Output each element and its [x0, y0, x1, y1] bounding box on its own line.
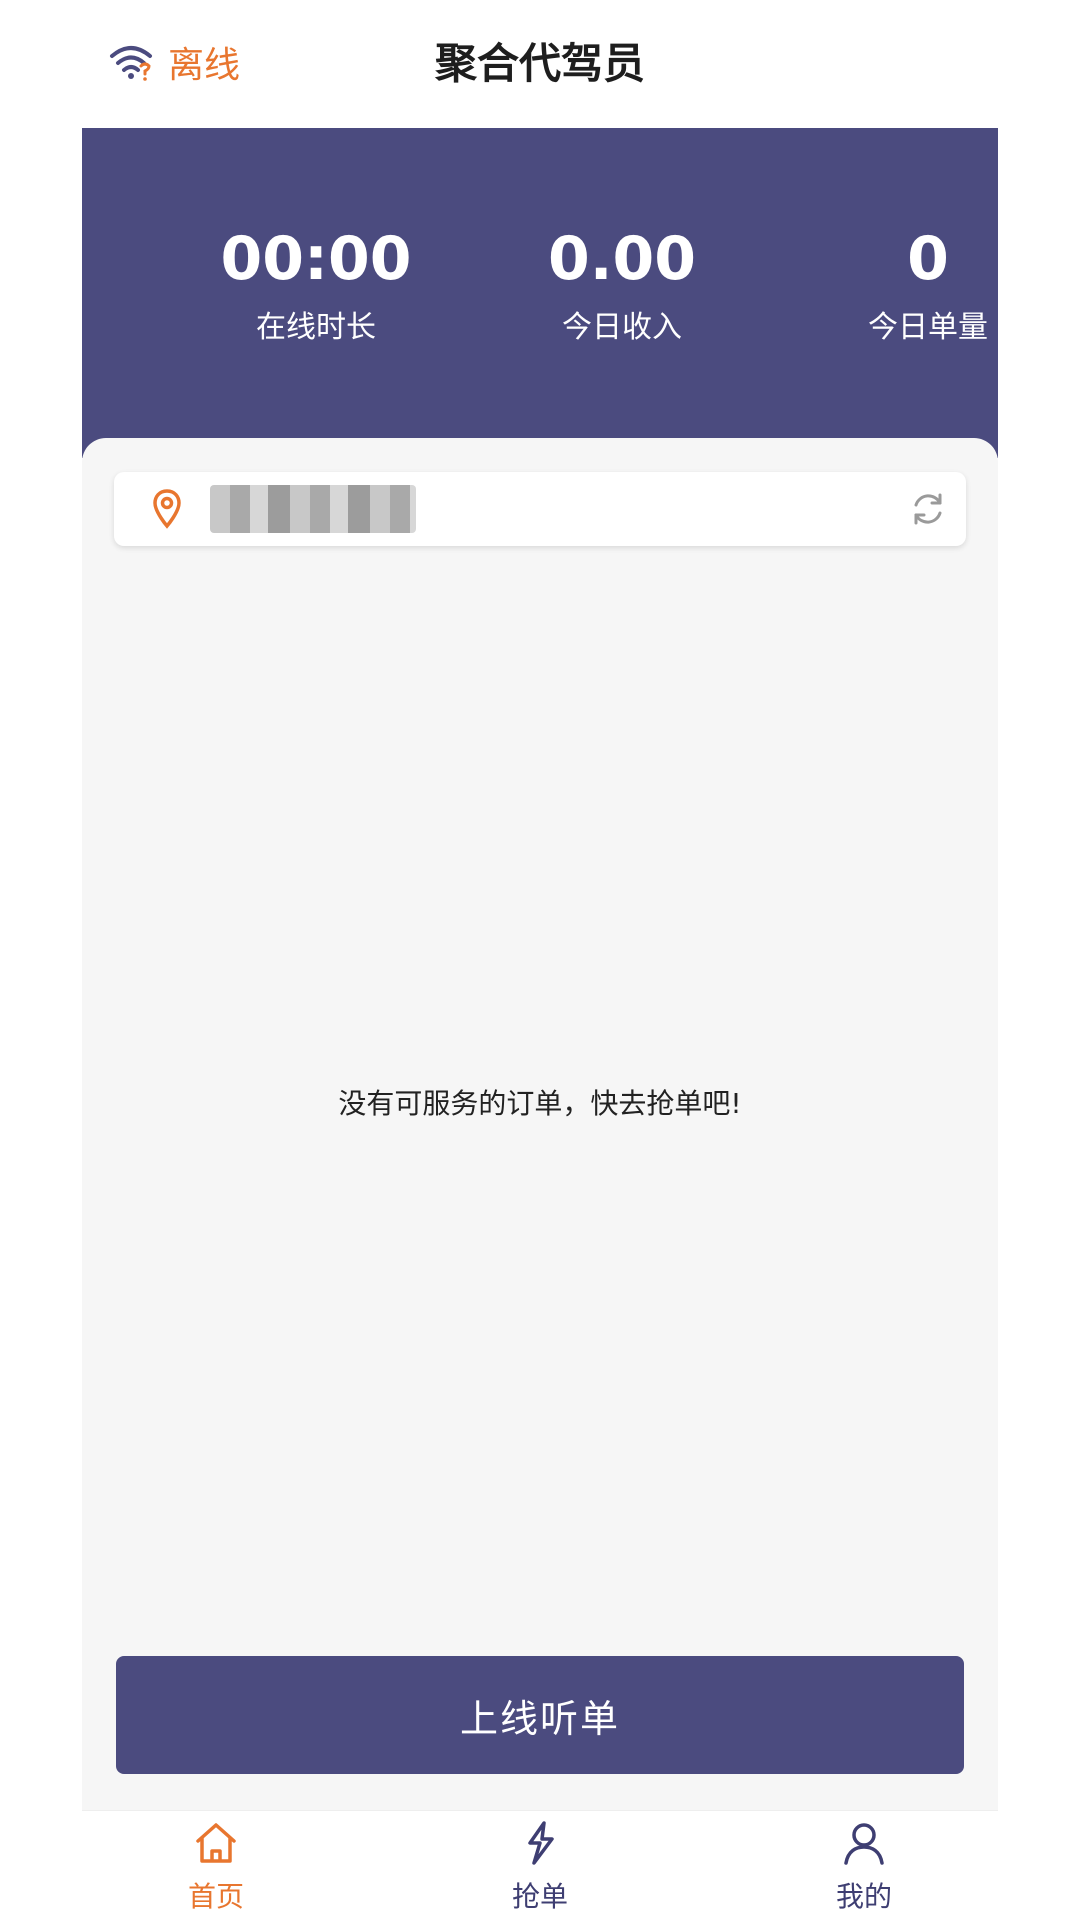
main-content-card: 没有可服务的订单，快去抢单吧! 上线听单 — [82, 438, 998, 1810]
go-online-button[interactable]: 上线听单 — [116, 1656, 964, 1774]
nav-label-home: 首页 — [187, 1880, 244, 1913]
header: 离线 聚合代驾员 — [0, 0, 1080, 128]
location-bar[interactable] — [114, 472, 966, 546]
nav-label-mine: 我的 — [835, 1880, 892, 1913]
location-address — [210, 485, 416, 533]
refresh-icon[interactable] — [908, 489, 948, 529]
location-pin-icon — [153, 489, 181, 529]
today-income-value: 0.00 — [547, 224, 697, 294]
empty-orders-message: 没有可服务的订单，快去抢单吧! — [338, 1087, 742, 1120]
nav-label-grab-orders: 抢单 — [511, 1880, 568, 1913]
online-duration-label: 在线时长 — [256, 310, 376, 345]
online-duration-value: 00:00 — [220, 224, 412, 294]
user-icon — [844, 1823, 884, 1865]
app-screen: 离线 聚合代驾员 00:00 在线时长 0.00 今日收入 0 今日单量 没有可… — [0, 0, 1080, 1920]
lightning-icon — [528, 1821, 554, 1865]
nav-item-mine[interactable]: 我的 — [764, 1819, 964, 1915]
home-icon — [196, 1823, 236, 1863]
today-orders-label: 今日单量 — [868, 310, 988, 345]
stat-today-income: 0.00 今日收入 — [472, 224, 772, 346]
nav-item-home[interactable]: 首页 — [116, 1819, 316, 1915]
today-orders-value: 0 — [907, 224, 949, 294]
stat-online-duration: 00:00 在线时长 — [166, 224, 466, 346]
stats-panel: 00:00 在线时长 0.00 今日收入 0 今日单量 — [82, 128, 998, 458]
bottom-nav: 首页 抢单 我的 — [82, 1810, 998, 1920]
today-income-label: 今日收入 — [562, 310, 682, 345]
nav-item-grab-orders[interactable]: 抢单 — [440, 1819, 640, 1915]
stat-today-orders: 0 今日单量 — [778, 224, 1078, 346]
page-title: 聚合代驾员 — [434, 39, 645, 88]
